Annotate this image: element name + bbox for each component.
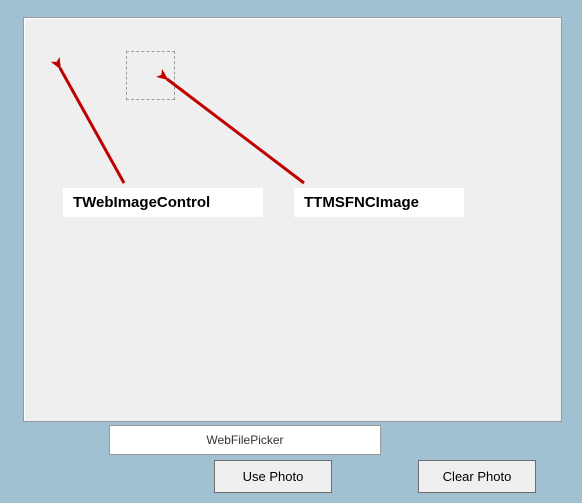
button-label: Use Photo	[243, 469, 304, 484]
label-text: TWebImageControl	[73, 194, 210, 211]
use-photo-button[interactable]: Use Photo	[214, 460, 332, 493]
button-label: Clear Photo	[443, 469, 512, 484]
label-text: TTMSFNCImage	[304, 194, 419, 211]
clear-photo-button[interactable]: Clear Photo	[418, 460, 536, 493]
file-picker-label: WebFilePicker	[206, 433, 283, 447]
image-placeholder	[126, 51, 175, 100]
label-web-image-control: TWebImageControl	[63, 188, 263, 217]
main-panel: TWebImageControl TTMSFNCImage	[23, 17, 562, 422]
web-file-picker[interactable]: WebFilePicker	[109, 425, 381, 455]
label-fnc-image: TTMSFNCImage	[294, 188, 464, 217]
annotation-arrows	[24, 18, 561, 421]
